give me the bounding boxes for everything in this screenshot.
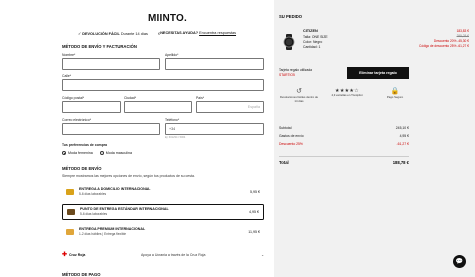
- phone-hint: Ej: 601234 / 5004: [165, 136, 186, 139]
- last-name-label: Apellido*: [165, 53, 179, 57]
- checkout-main: MIINTO. ✓ DEVOLUCIÓN FÁCIL Durante 14 dí…: [0, 0, 274, 277]
- red-cross-donation[interactable]: ✚ Cruz Roja Apoya a Ucrania a través de …: [62, 252, 264, 258]
- shipping-price: 4,95 €: [249, 210, 259, 214]
- shipping-cost-row: Gastos de envío 4,95 €: [279, 133, 409, 138]
- product-size: Talla: ONE SIZE: [303, 34, 328, 39]
- gift-card-code: STARTIO5: [279, 72, 295, 77]
- trustpilot-badge: ★★★★☆ 4,3 estrellas en Trustpilot: [331, 88, 363, 97]
- order-summary-title: Su pedido: [279, 14, 303, 19]
- total-value: 188,78 €: [392, 160, 409, 165]
- first-name-label: Nombre*: [62, 53, 76, 57]
- chat-icon[interactable]: 💬: [453, 255, 466, 268]
- purchase-pref-label: Tus preferencias de compra: [62, 143, 107, 147]
- shipping-price: 5,95 €: [250, 190, 260, 194]
- phone-label: Teléfono*: [165, 118, 180, 122]
- product-qty: Cantidad: 1: [303, 45, 321, 50]
- brand-logo[interactable]: MIINTO.: [148, 13, 187, 24]
- return-icon: ↺: [296, 88, 302, 95]
- perks-bar: ✓ DEVOLUCIÓN FÁCIL Durante 14 días ¿NECE…: [78, 31, 268, 36]
- easy-return-perk: ✓ DEVOLUCIÓN FÁCIL Durante 14 días: [78, 32, 148, 36]
- purchase-pref-group: Moda femenina Moda masculina: [62, 151, 132, 155]
- first-name-input[interactable]: [62, 58, 160, 70]
- easy-returns-badge: ↺ Devoluciones fáciles dentro de 14 días: [279, 88, 319, 103]
- red-cross-icon: ✚: [62, 252, 68, 258]
- trust-badges: ↺ Devoluciones fáciles dentro de 14 días…: [279, 88, 415, 104]
- discount-line-2: Código de descuento 25% -61,27 €: [419, 43, 469, 48]
- city-label: Ciudad*: [124, 96, 137, 100]
- lock-icon: 🔒: [390, 88, 400, 95]
- price-breakdown: Subtotal 245,10 € Gastos de envío 4,95 € D…: [279, 125, 409, 148]
- dhl-express-icon: [66, 229, 74, 235]
- discount-row: Descuento 25% -61,27 €: [279, 141, 409, 146]
- postal-code-label: Código postal*: [62, 96, 85, 100]
- gift-card-info: Tarjeta regalo utilizada STARTIO5: [279, 68, 312, 77]
- chevron-down-icon: ⌄: [261, 253, 264, 257]
- help-perk: ¿NECESITAS AYUDA? Encuentra respuestas: [157, 31, 237, 35]
- ups-icon: [67, 209, 75, 215]
- product-details: CITIZEN Talla: ONE SIZE Color: Negro Can…: [303, 29, 328, 51]
- radio-dot-icon: [99, 151, 104, 155]
- product-price: 183,83 €: [456, 29, 469, 33]
- pref-men-radio[interactable]: Moda masculina: [99, 151, 132, 155]
- postal-code-input[interactable]: [62, 101, 121, 113]
- payment-method-title: Método de pago: [62, 272, 101, 277]
- remove-gift-card-button[interactable]: Eliminar tarjeta regalo: [347, 67, 409, 79]
- email-label: Correo electrónico*: [62, 118, 92, 122]
- last-name-input[interactable]: [165, 58, 264, 70]
- pref-women-radio[interactable]: Moda femenina: [62, 151, 93, 155]
- shipping-method-title: Método de envío: [62, 166, 102, 171]
- city-input[interactable]: [124, 101, 192, 113]
- secure-payment-badge: 🔒 Pago Seguro: [386, 88, 404, 99]
- watch-thumbnail: [283, 34, 295, 50]
- shipping-option-home[interactable]: ENTREGA A DOMICILIO INTERNACIONAL 5-6 día…: [62, 184, 264, 200]
- product-old-price: 299,28 €: [456, 33, 469, 38]
- product-color: Color: Negro: [303, 40, 323, 45]
- discount-line-1: Descuento 20% -45,30 €: [433, 38, 469, 43]
- country-select[interactable]: España: [196, 101, 264, 113]
- country-label: País*: [196, 96, 205, 100]
- shipping-note: Siempre mostramos las mejores opciones d…: [62, 174, 195, 178]
- help-link[interactable]: Encuentra respuestas: [199, 31, 236, 35]
- product-prices: 183,83 € 299,28 € Descuento 20% -45,30 €…: [419, 29, 469, 49]
- shipping-option-premium[interactable]: ENTREGA PREMIUM INTERNACIONAL 1-2 días há…: [62, 224, 264, 240]
- street-label: Calle*: [62, 74, 72, 78]
- street-input[interactable]: [62, 79, 264, 91]
- product-name: CITIZEN: [303, 29, 318, 33]
- subtotal-row: Subtotal 245,10 €: [279, 126, 409, 130]
- shipping-option-pickup[interactable]: PUNTO DE ENTREGA ESTÁNDAR INTERNACIONAL 5…: [62, 204, 264, 220]
- email-input[interactable]: [62, 123, 160, 135]
- shipping-price: 11,95 €: [248, 230, 260, 234]
- total-row: Total 188,78 €: [279, 156, 409, 165]
- radio-dot-icon: [62, 151, 66, 155]
- dhl-icon: [66, 189, 74, 195]
- phone-input[interactable]: +34: [165, 123, 264, 135]
- shipping-billing-title: Método de envío y facturación: [62, 44, 137, 49]
